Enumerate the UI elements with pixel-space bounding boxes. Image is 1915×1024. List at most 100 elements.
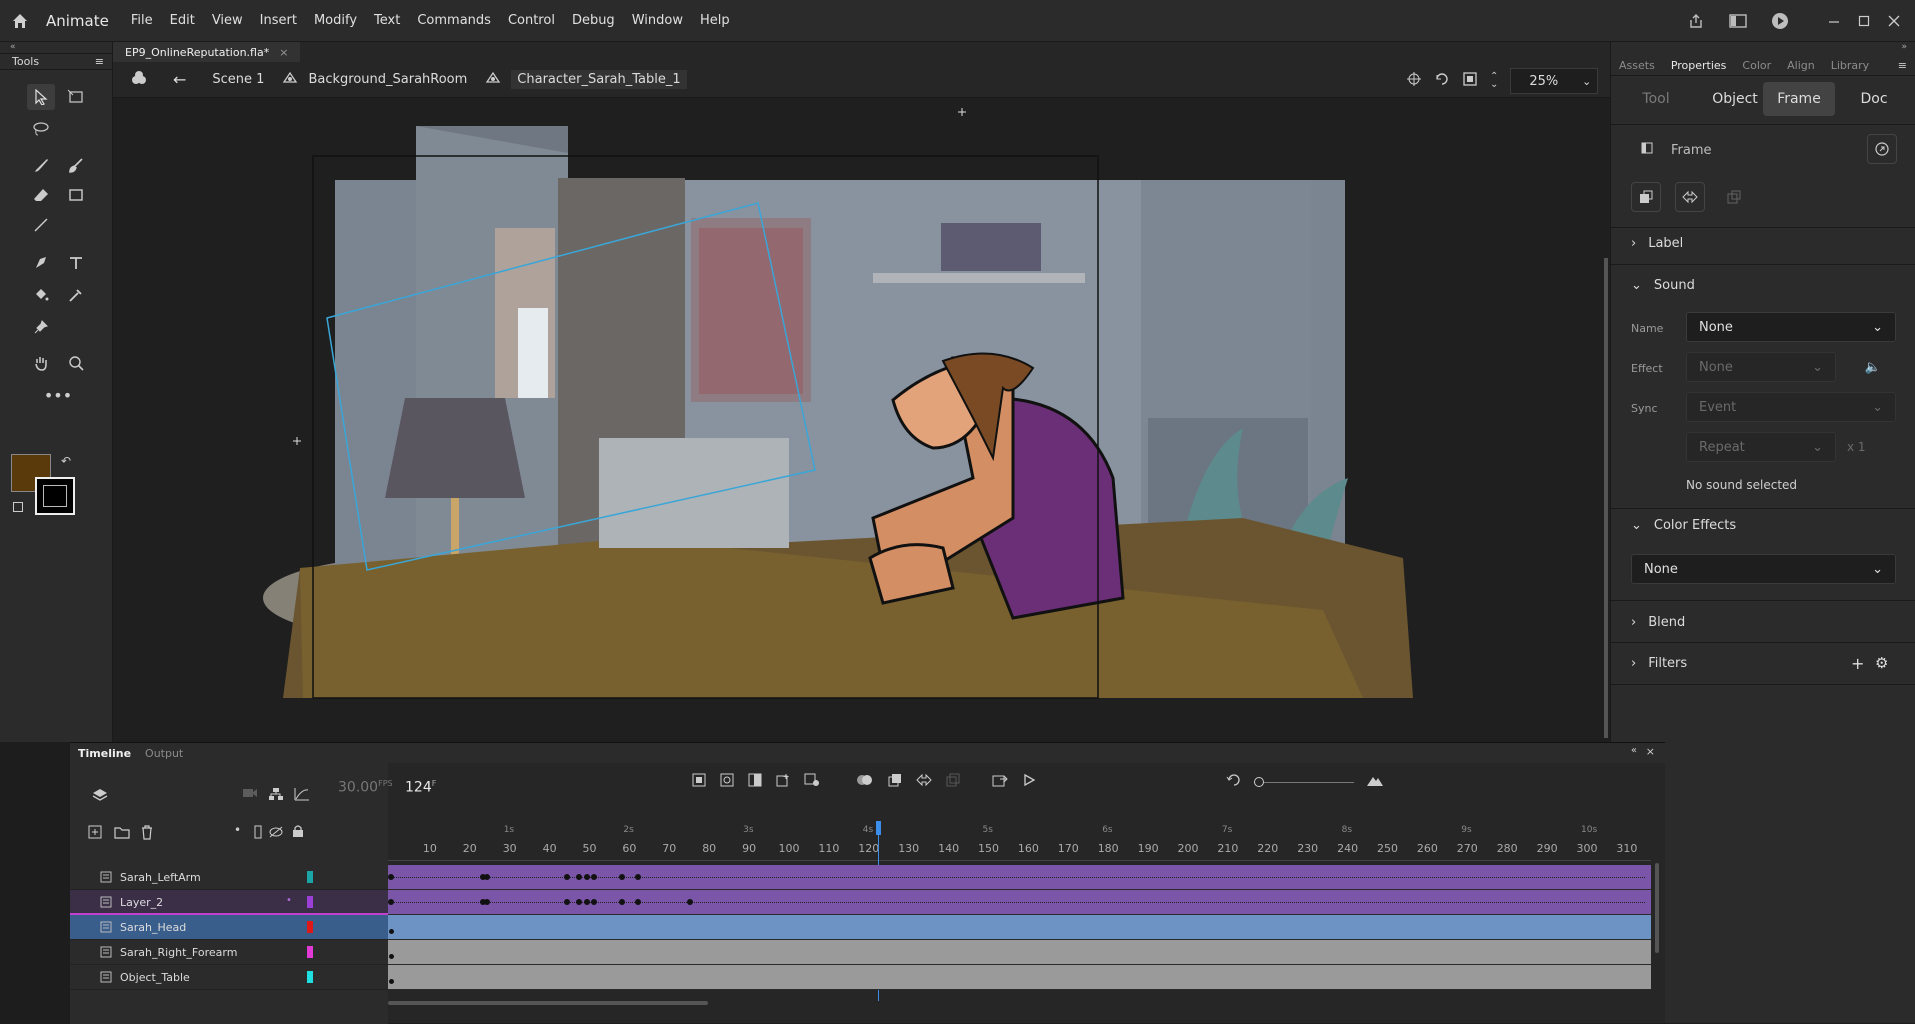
paint-brush-tool-icon[interactable] <box>62 152 90 178</box>
lock-icon[interactable] <box>292 824 304 842</box>
color-effect-select[interactable]: None ⌄ <box>1631 554 1896 584</box>
export-icon[interactable] <box>992 773 1008 791</box>
keyframe-dot[interactable] <box>388 899 394 905</box>
collapse-chevron-icon[interactable]: « <box>1631 745 1637 756</box>
disabled-frame-button[interactable] <box>1719 182 1749 212</box>
disabled-control-icon[interactable] <box>946 773 960 791</box>
swap-frame-button[interactable] <box>1631 182 1661 212</box>
play-icon[interactable] <box>1022 773 1036 791</box>
sound-effect-select[interactable]: None ⌄ <box>1686 352 1836 382</box>
menu-commands[interactable]: Commands <box>417 13 491 28</box>
keyframe-dot[interactable] <box>635 899 642 905</box>
eyedropper-tool-icon[interactable] <box>62 282 90 308</box>
keyframe-dot[interactable] <box>619 874 626 880</box>
loop-icon[interactable] <box>916 773 932 791</box>
keyframe-dot[interactable] <box>563 899 570 905</box>
layer-color-chip[interactable] <box>307 946 313 958</box>
keyframe-dot[interactable] <box>483 899 490 905</box>
menu-modify[interactable]: Modify <box>314 13 357 28</box>
camera-icon[interactable] <box>242 787 258 803</box>
lasso-tool-icon[interactable] <box>27 116 55 142</box>
breadcrumb-scene[interactable]: Scene 1 <box>212 72 264 87</box>
keyframe-dot[interactable] <box>389 929 394 934</box>
reset-timeline-scale-icon[interactable] <box>1226 773 1242 791</box>
stage-vertical-scrollbar[interactable] <box>1604 258 1608 738</box>
layer-color-chip[interactable] <box>307 896 313 908</box>
label-section-toggle[interactable]: › Label <box>1631 236 1683 251</box>
timeline-vertical-scrollbar[interactable] <box>1655 863 1659 953</box>
more-tools-icon[interactable]: ••• <box>44 382 72 408</box>
segment-object[interactable]: Object <box>1705 82 1765 116</box>
selection-tool-icon[interactable] <box>27 84 55 110</box>
timeline-ruler[interactable]: 10 20 30 40 50 60 70 80 90 100 110 120 130 140 150 160 1… <box>388 821 1651 861</box>
layer-row[interactable]: Sarah_Head <box>70 915 388 940</box>
center-stage-icon[interactable] <box>1406 71 1422 91</box>
blend-section-toggle[interactable]: › Blend <box>1631 615 1685 630</box>
keyframe-dot[interactable] <box>389 954 394 959</box>
document-tab[interactable]: EP9_OnlineReputation.fla* × <box>113 42 301 62</box>
maximize-icon[interactable] <box>1849 8 1879 34</box>
document-tab-close-icon[interactable]: × <box>279 46 288 59</box>
pin-tool-icon[interactable] <box>27 314 55 340</box>
rectangle-tool-icon[interactable] <box>62 182 90 208</box>
keyframe-dot[interactable] <box>591 874 598 880</box>
breadcrumb-character-symbol[interactable]: Character_Sarah_Table_1 <box>511 70 687 89</box>
brush-tool-icon[interactable] <box>27 152 55 178</box>
tab-output[interactable]: Output <box>145 747 183 760</box>
stage-area[interactable] <box>113 98 1610 742</box>
layer-frames[interactable] <box>388 865 1651 890</box>
menu-insert[interactable]: Insert <box>260 13 297 28</box>
layer-row[interactable]: Layer_2 • <box>70 890 388 915</box>
insert-blank-keyframe-icon[interactable] <box>720 773 734 791</box>
new-folder-icon[interactable] <box>114 825 130 843</box>
remove-frame-icon[interactable] <box>804 773 820 791</box>
tab-library[interactable]: Library <box>1831 59 1869 72</box>
edit-multiple-frames-icon[interactable] <box>888 773 902 791</box>
zoom-select[interactable]: 25% ⌄ <box>1510 68 1599 94</box>
parenting-icon[interactable] <box>268 787 284 805</box>
timeline-zoom-slider[interactable] <box>1254 775 1354 789</box>
test-movie-icon[interactable] <box>1765 8 1795 34</box>
layer-frames[interactable] <box>388 890 1651 915</box>
panel-menu-icon[interactable]: ≡ <box>1898 59 1907 72</box>
mountain-zoom-icon[interactable] <box>1366 773 1384 791</box>
keyframe-dot[interactable] <box>591 899 598 905</box>
close-panel-icon[interactable]: × <box>1646 745 1655 758</box>
onion-skin-icon[interactable] <box>856 773 874 791</box>
breadcrumb-background-symbol[interactable]: Background_SarahRoom <box>308 72 467 87</box>
playhead-handle[interactable] <box>876 821 881 835</box>
highlight-dot-icon[interactable]: • <box>234 823 241 837</box>
keyframe-dot[interactable] <box>575 874 582 880</box>
zoom-stepper-icon[interactable]: ⌃ ⌄ <box>1490 72 1498 90</box>
rotate-stage-icon[interactable] <box>1434 71 1450 91</box>
keyframe-dot[interactable] <box>583 899 590 905</box>
menu-control[interactable]: Control <box>508 13 555 28</box>
share-icon[interactable] <box>1681 8 1711 34</box>
menu-help[interactable]: Help <box>700 13 730 28</box>
collapse-chevron-icon[interactable]: « <box>0 42 112 54</box>
current-frame-readout[interactable]: 124F <box>405 779 436 796</box>
filters-section-toggle[interactable]: › Filters <box>1631 656 1687 671</box>
color-effects-section-toggle[interactable]: ⌄ Color Effects <box>1631 518 1736 533</box>
pen-tool-icon[interactable] <box>27 250 55 276</box>
menu-edit[interactable]: Edit <box>170 13 195 28</box>
keyframe-dot[interactable] <box>483 874 490 880</box>
eraser-tool-icon[interactable] <box>27 182 55 208</box>
menu-text[interactable]: Text <box>374 13 400 28</box>
keyframe-dot[interactable] <box>575 899 582 905</box>
sound-repeat-count[interactable]: x 1 <box>1847 440 1866 454</box>
close-icon[interactable] <box>1879 8 1909 34</box>
segment-doc[interactable]: Doc <box>1849 82 1899 116</box>
clip-content-icon[interactable] <box>1462 71 1478 91</box>
edit-sound-envelope-icon[interactable]: 🔈 <box>1851 352 1895 382</box>
outline-icon[interactable] <box>254 825 262 843</box>
layer-color-chip[interactable] <box>307 971 313 983</box>
insert-frame-icon[interactable] <box>748 773 762 791</box>
segment-frame[interactable]: Frame <box>1763 82 1835 116</box>
swap-colors-icon[interactable]: ↶ <box>61 454 71 468</box>
menu-debug[interactable]: Debug <box>572 13 615 28</box>
tab-properties[interactable]: Properties <box>1671 59 1727 72</box>
line-tool-icon[interactable] <box>27 212 55 238</box>
add-filter-icon[interactable]: + <box>1851 654 1864 673</box>
layer-row[interactable]: Object_Table <box>70 965 388 990</box>
